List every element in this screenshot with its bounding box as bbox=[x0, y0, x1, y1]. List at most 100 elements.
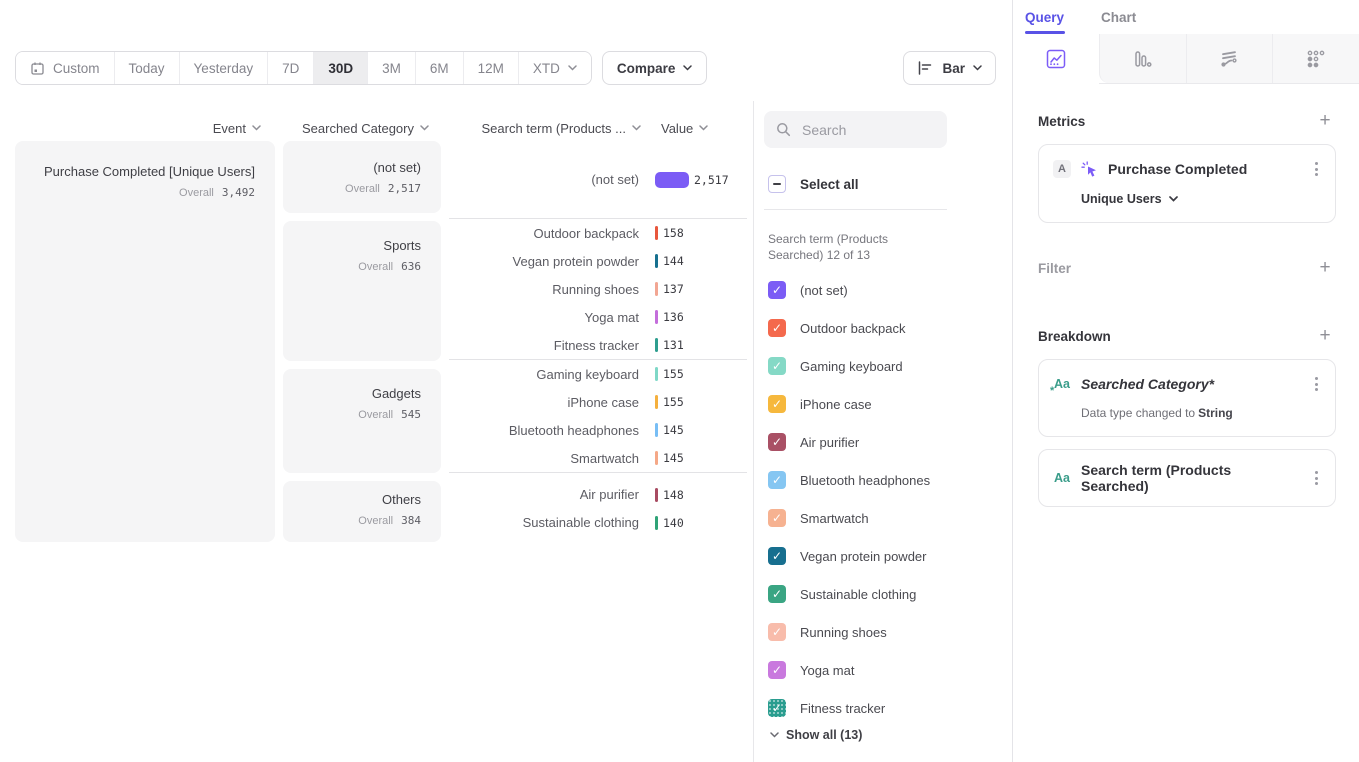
chevron-down-icon bbox=[252, 125, 261, 131]
value-bar bbox=[655, 395, 658, 409]
header-searched-category[interactable]: Searched Category bbox=[283, 121, 441, 136]
search-input[interactable] bbox=[800, 121, 930, 139]
value-bar bbox=[655, 516, 658, 530]
chevron-down-icon bbox=[770, 732, 779, 738]
kebab-menu-icon[interactable] bbox=[1312, 159, 1321, 179]
date-range-xtd[interactable]: XTD bbox=[519, 52, 591, 84]
checkbox[interactable]: ✓ bbox=[768, 395, 786, 413]
show-all-link[interactable]: Show all (13) bbox=[770, 728, 1012, 742]
segment-item[interactable]: ✓Yoga mat bbox=[768, 651, 1012, 689]
value-bar bbox=[655, 254, 658, 268]
metrics-section-header: Metrics + bbox=[1038, 110, 1336, 132]
checkbox[interactable]: ✓ bbox=[768, 509, 786, 527]
date-range-7d[interactable]: 7D bbox=[268, 52, 314, 84]
tab-flows[interactable] bbox=[1186, 34, 1273, 83]
event-overall: Overall3,492 bbox=[25, 186, 255, 199]
segment-item[interactable]: ✓Bluetooth headphones bbox=[768, 461, 1012, 499]
metric-card[interactable]: A Purchase Completed Unique Users bbox=[1038, 144, 1336, 223]
tab-insights[interactable] bbox=[1013, 34, 1099, 84]
table-row[interactable]: Yoga mat 136 bbox=[449, 303, 747, 331]
segment-filter-panel: Select all Search term (Products Searche… bbox=[753, 101, 1012, 762]
add-breakdown-button[interactable]: + bbox=[1314, 325, 1336, 347]
checkbox[interactable]: ✓ bbox=[768, 281, 786, 299]
sidebar-tabs: Query Chart bbox=[1013, 0, 1359, 34]
segment-item[interactable]: ✓Gaming keyboard bbox=[768, 347, 1012, 385]
date-range-12m[interactable]: 12M bbox=[464, 52, 519, 84]
header-value[interactable]: Value bbox=[655, 121, 747, 136]
chevron-down-icon bbox=[699, 125, 708, 131]
tab-funnels[interactable] bbox=[1099, 34, 1186, 83]
table-row[interactable]: Smartwatch 145 bbox=[449, 444, 747, 472]
date-range-custom[interactable]: Custom bbox=[16, 52, 115, 84]
select-all-toggle[interactable]: Select all bbox=[768, 175, 1012, 193]
table-row[interactable]: Vegan protein powder 144 bbox=[449, 247, 747, 275]
segment-item[interactable]: ✓iPhone case bbox=[768, 385, 1012, 423]
add-metric-button[interactable]: + bbox=[1314, 110, 1336, 132]
table-row[interactable]: Running shoes 137 bbox=[449, 275, 747, 303]
checkbox[interactable]: ✓ bbox=[768, 471, 786, 489]
event-cell[interactable]: Purchase Completed [Unique Users] Overal… bbox=[15, 141, 275, 542]
segment-item[interactable]: ✓Sustainable clothing bbox=[768, 575, 1012, 613]
checkbox[interactable]: ✓ bbox=[768, 699, 786, 717]
checkbox[interactable]: ✓ bbox=[768, 357, 786, 375]
search-term-column: (not set) 2,517 Outdoor backpack 158 Veg… bbox=[449, 141, 747, 544]
term-group: Air purifier 148 Sustainable clothing 14… bbox=[449, 472, 747, 544]
date-range-6m[interactable]: 6M bbox=[416, 52, 464, 84]
calendar-icon bbox=[30, 61, 45, 76]
chart-type-select[interactable]: Bar bbox=[903, 51, 996, 85]
table-row[interactable]: Air purifier 148 bbox=[449, 481, 747, 509]
value-bar bbox=[655, 367, 658, 381]
indeterminate-checkbox[interactable] bbox=[768, 175, 786, 193]
header-event[interactable]: Event bbox=[15, 121, 275, 136]
date-range-3m[interactable]: 3M bbox=[368, 52, 416, 84]
checkbox[interactable]: ✓ bbox=[768, 623, 786, 641]
chevron-down-icon bbox=[973, 65, 982, 71]
table-row[interactable]: Bluetooth headphones 145 bbox=[449, 416, 747, 444]
date-range-30d[interactable]: 30D bbox=[314, 52, 368, 84]
kebab-menu-icon[interactable] bbox=[1312, 374, 1321, 394]
date-range-today[interactable]: Today bbox=[115, 52, 180, 84]
filter-title: Filter bbox=[1038, 261, 1071, 276]
segment-item[interactable]: ✓Running shoes bbox=[768, 613, 1012, 651]
measure-dropdown[interactable]: Unique Users bbox=[1081, 192, 1321, 206]
tab-retention[interactable] bbox=[1272, 34, 1359, 83]
table-row[interactable]: Gaming keyboard 155 bbox=[449, 360, 747, 388]
horizontal-bar-chart-icon bbox=[917, 60, 934, 76]
category-cell[interactable]: Sports Overall636 bbox=[283, 221, 441, 361]
tab-chart[interactable]: Chart bbox=[1101, 10, 1136, 25]
breakdown-card[interactable]: Aa Search term (Products Searched) bbox=[1038, 449, 1336, 507]
table-row[interactable]: Fitness tracker 131 bbox=[449, 331, 747, 359]
tab-query[interactable]: Query bbox=[1025, 10, 1064, 25]
breakdown-card[interactable]: Aa* Searched Category* Data type changed… bbox=[1038, 359, 1336, 437]
category-cell[interactable]: Others Overall384 bbox=[283, 481, 441, 542]
checkbox[interactable]: ✓ bbox=[768, 661, 786, 679]
table-row[interactable]: Sustainable clothing 140 bbox=[449, 509, 747, 537]
checkbox[interactable]: ✓ bbox=[768, 585, 786, 603]
segment-item[interactable]: ✓Smartwatch bbox=[768, 499, 1012, 537]
chevron-down-icon bbox=[568, 65, 577, 71]
category-cell[interactable]: (not set) Overall2,517 bbox=[283, 141, 441, 213]
search-box[interactable] bbox=[764, 111, 947, 148]
table-row[interactable]: iPhone case 155 bbox=[449, 388, 747, 416]
segment-item[interactable]: ✓(not set) bbox=[768, 271, 1012, 309]
add-filter-button[interactable]: + bbox=[1314, 257, 1336, 279]
segment-list-label: Search term (Products Searched) 12 of 13 bbox=[768, 231, 936, 263]
term-group: Gaming keyboard 155 iPhone case 155 Blue… bbox=[449, 359, 747, 472]
table-row[interactable]: Outdoor backpack 158 bbox=[449, 219, 747, 247]
report-type-tabs bbox=[1013, 34, 1359, 84]
category-cell[interactable]: Gadgets Overall545 bbox=[283, 369, 441, 473]
date-range-yesterday[interactable]: Yesterday bbox=[180, 52, 269, 84]
table-row[interactable]: (not set) 2,517 bbox=[449, 166, 747, 194]
checkbox[interactable]: ✓ bbox=[768, 433, 786, 451]
segment-item[interactable]: ✓Air purifier bbox=[768, 423, 1012, 461]
checkbox[interactable]: ✓ bbox=[768, 547, 786, 565]
query-sidebar: Query Chart Metrics + bbox=[1013, 0, 1359, 762]
checkbox[interactable]: ✓ bbox=[768, 319, 786, 337]
segment-item[interactable]: ✓Vegan protein powder bbox=[768, 537, 1012, 575]
header-search-term[interactable]: Search term (Products ... bbox=[449, 121, 655, 136]
text-type-icon: Aa* bbox=[1053, 375, 1071, 393]
compare-button[interactable]: Compare bbox=[602, 51, 708, 85]
segment-item[interactable]: ✓Outdoor backpack bbox=[768, 309, 1012, 347]
segment-item[interactable]: ✓Fitness tracker bbox=[768, 689, 1012, 727]
kebab-menu-icon[interactable] bbox=[1312, 468, 1321, 488]
